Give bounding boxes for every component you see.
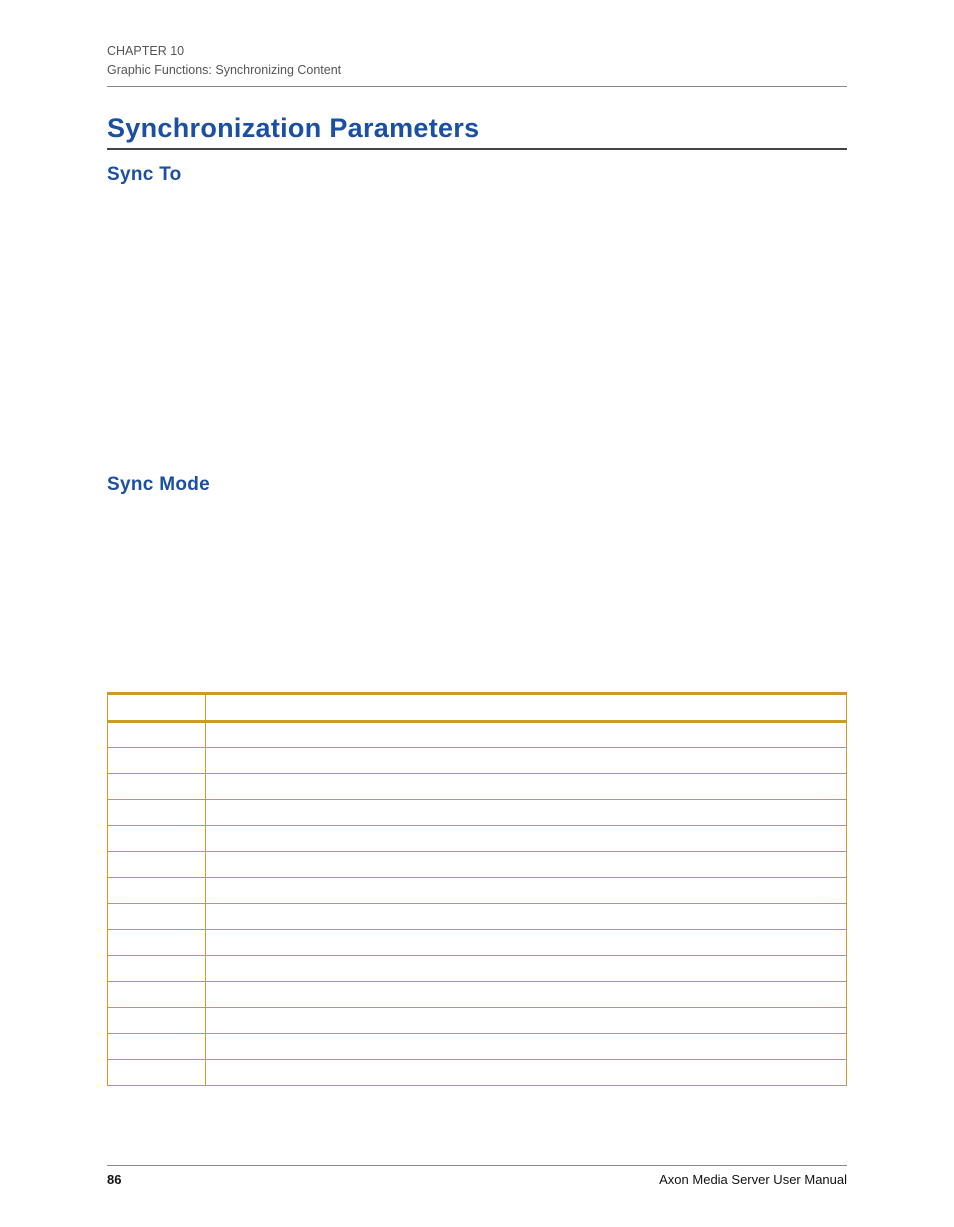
subheading-sync-mode: Sync Mode bbox=[107, 474, 847, 496]
table-row bbox=[108, 747, 847, 773]
table-row bbox=[108, 903, 847, 929]
cell-dmx bbox=[108, 851, 206, 877]
cell-dmx bbox=[108, 799, 206, 825]
table-row bbox=[108, 1007, 847, 1033]
cell-desc bbox=[206, 929, 847, 955]
cell-dmx bbox=[108, 903, 206, 929]
cell-dmx bbox=[108, 955, 206, 981]
cell-desc bbox=[206, 747, 847, 773]
cell-desc bbox=[206, 721, 847, 747]
cell-desc bbox=[206, 851, 847, 877]
cell-dmx bbox=[108, 1033, 206, 1059]
cell-desc bbox=[206, 825, 847, 851]
sync-mode-table bbox=[107, 692, 847, 1086]
content-gap bbox=[107, 506, 847, 692]
cell-desc bbox=[206, 981, 847, 1007]
cell-desc bbox=[206, 955, 847, 981]
cell-desc bbox=[206, 773, 847, 799]
subheading-sync-to: Sync To bbox=[107, 164, 847, 186]
table-row bbox=[108, 955, 847, 981]
table-row bbox=[108, 851, 847, 877]
content-gap bbox=[107, 196, 847, 474]
cell-dmx bbox=[108, 877, 206, 903]
table-header-dmx bbox=[108, 693, 206, 721]
header-rule bbox=[107, 86, 847, 87]
cell-dmx bbox=[108, 773, 206, 799]
page-title: Synchronization Parameters bbox=[107, 113, 847, 144]
page-number: 86 bbox=[107, 1172, 121, 1187]
chapter-label: CHAPTER 10 bbox=[107, 42, 847, 61]
running-head: CHAPTER 10 Graphic Functions: Synchroniz… bbox=[107, 42, 847, 80]
table-row bbox=[108, 1059, 847, 1085]
table-header-row bbox=[108, 693, 847, 721]
table-row bbox=[108, 929, 847, 955]
cell-desc bbox=[206, 1007, 847, 1033]
cell-dmx bbox=[108, 1059, 206, 1085]
table-row bbox=[108, 799, 847, 825]
table-row bbox=[108, 877, 847, 903]
table-row bbox=[108, 721, 847, 747]
cell-dmx bbox=[108, 747, 206, 773]
cell-dmx bbox=[108, 929, 206, 955]
cell-dmx bbox=[108, 721, 206, 747]
cell-dmx bbox=[108, 825, 206, 851]
table-row bbox=[108, 1033, 847, 1059]
table-row bbox=[108, 773, 847, 799]
section-label: Graphic Functions: Synchronizing Content bbox=[107, 61, 847, 80]
page: CHAPTER 10 Graphic Functions: Synchroniz… bbox=[0, 0, 954, 1227]
table-header-desc bbox=[206, 693, 847, 721]
doc-title: Axon Media Server User Manual bbox=[659, 1172, 847, 1187]
page-footer: 86 Axon Media Server User Manual bbox=[107, 1165, 847, 1187]
cell-dmx bbox=[108, 981, 206, 1007]
cell-desc bbox=[206, 903, 847, 929]
table-row bbox=[108, 825, 847, 851]
table-row bbox=[108, 981, 847, 1007]
cell-dmx bbox=[108, 1007, 206, 1033]
title-rule bbox=[107, 148, 847, 150]
cell-desc bbox=[206, 799, 847, 825]
cell-desc bbox=[206, 1059, 847, 1085]
cell-desc bbox=[206, 877, 847, 903]
cell-desc bbox=[206, 1033, 847, 1059]
